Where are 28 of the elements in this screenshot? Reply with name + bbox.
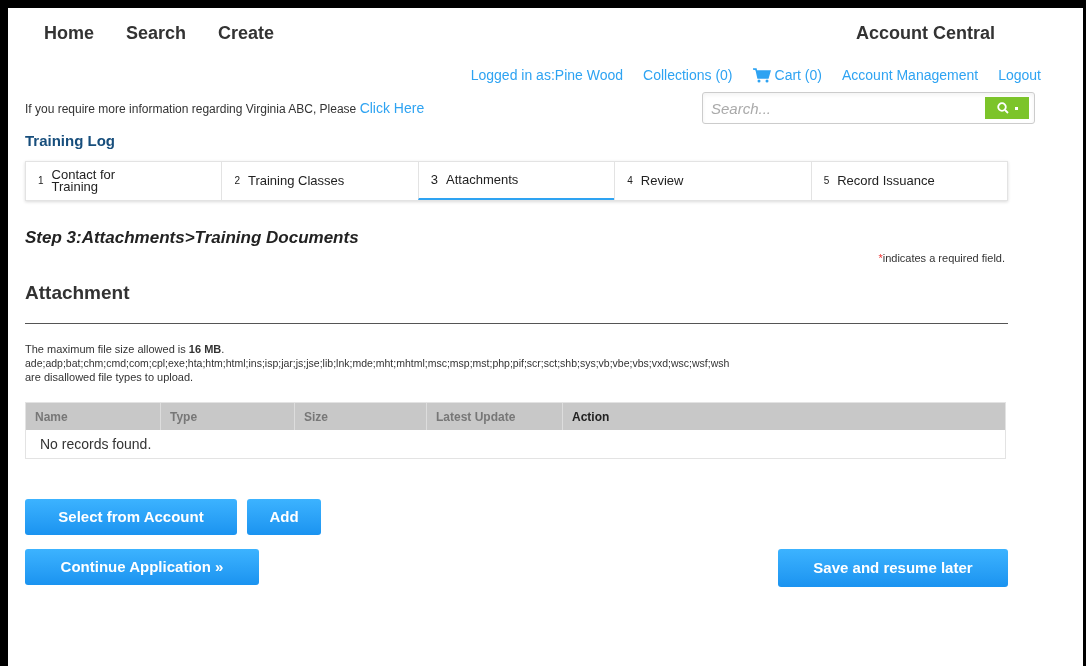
disallowed-note: are disallowed file types to upload. [25,370,195,384]
column-header: Latest Update [427,403,563,430]
nav-link[interactable]: Create [218,20,275,47]
attachment-title: Attachment [24,280,131,305]
nav-link[interactable]: Search [126,20,187,47]
logged-in-text: Logged in as:Pine Wood [470,66,624,85]
search-icon [996,102,1009,114]
column-header: Name [26,403,161,430]
step-heading: Step 3:Attachments>Training Documents [24,226,360,249]
info-text: If you require more information regarding Virginia ABC, Please [25,102,357,116]
column-header: Type [161,403,295,430]
dropdown-icon [1014,106,1018,110]
size-note: The maximum file size allowed is 16 MB. [25,342,226,356]
account-central-link[interactable]: Account Central [855,20,995,47]
column-header: Action [571,408,611,426]
nav-link[interactable]: Home [44,20,94,47]
column-header: Size [295,403,427,430]
step-tab[interactable]: 5 Record Issuance [810,161,1008,200]
search-button[interactable] [985,97,1029,119]
step-tab[interactable]: 4 Review [614,161,811,200]
search-field[interactable]: Search... [702,92,1035,124]
file-types-text: ade;adp;bat;chm;cmd;com;cpl;exe;hta;htm;html;ins;isp;jar;js;jse;lib;lnk;mde;mht;mhtml;msc;msp;mst;php;pif;scr;sct;shb;sys;vb;vbe;vbs;vxd;wsc;wsf;wsh [25,356,731,370]
required-note: *indicates a required field. [878,252,1005,264]
step-tab[interactable]: 3 Attachments [417,161,615,200]
cart-icon [752,68,771,83]
step-tab[interactable]: 2 Training Classes [221,161,418,200]
empty-message: No records found. [39,434,153,454]
section-title: Training Log [24,131,116,151]
